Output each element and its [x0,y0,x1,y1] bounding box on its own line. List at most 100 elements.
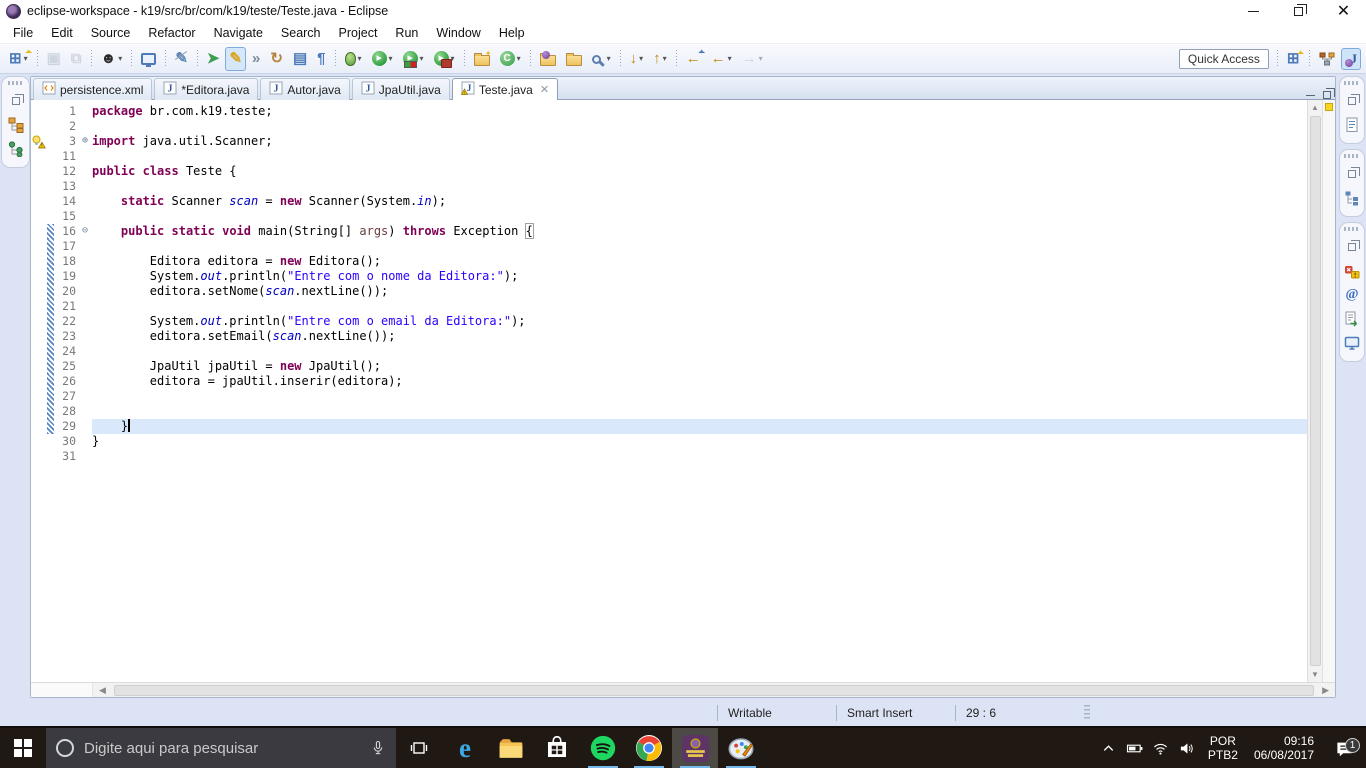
volume-icon[interactable] [1174,741,1200,756]
dropdown-arrow-icon[interactable]: ▾ [389,54,393,63]
declaration-view-button[interactable] [1341,308,1363,330]
line-number[interactable]: 23 [54,329,78,344]
next-annotation-button[interactable]: ↓▾ [626,47,648,71]
new-class-button[interactable]: C▾ [496,47,525,71]
code-text[interactable]: editora.setEmail(scan.nextLine()); [92,329,1307,344]
chrome-taskbar-button[interactable] [626,728,672,768]
menu-run[interactable]: Run [386,24,427,42]
stack-grip[interactable] [1344,154,1360,158]
scroll-right-arrow[interactable]: ▶ [1316,685,1335,696]
fold-toggle-icon[interactable]: ⊖ [78,224,92,239]
outline-view-button[interactable] [1341,187,1363,209]
toggle-edit-button[interactable]: ✎ [171,47,192,71]
line-number[interactable]: 29 [54,419,78,434]
language-indicator[interactable]: POR PTB2 [1200,734,1246,762]
code-text[interactable]: Editora editora = new Editora(); [92,254,1307,269]
annotation-column-warning[interactable]: ! [31,134,47,149]
last-edit-location-button[interactable]: ←✦ [682,47,705,71]
spotify-taskbar-button[interactable] [580,728,626,768]
taskbar-search-box[interactable]: Digite aqui para pesquisar [46,728,396,768]
code-text[interactable]: static Scanner scan = new Scanner(System… [92,194,1307,209]
restore-view-button[interactable] [1341,236,1363,258]
user-profile-button[interactable]: ☻▾ [97,47,127,71]
console-view-button[interactable] [1341,332,1363,354]
open-task-button[interactable] [536,47,560,71]
stack-grip[interactable] [1344,227,1360,231]
menu-file[interactable]: File [4,24,42,42]
wifi-icon[interactable] [1148,741,1174,756]
horizontal-scrollbar[interactable]: ◀ ▶ [31,682,1335,697]
new-java-project-button[interactable] [470,47,494,71]
run-external-tools-button[interactable]: ▾ [430,47,459,71]
line-number[interactable]: 2 [54,119,78,134]
clock[interactable]: 09:16 06/08/2017 [1246,734,1322,762]
menu-project[interactable]: Project [330,24,387,42]
open-resource-button[interactable] [562,47,586,71]
terminal-button[interactable] [137,47,160,71]
line-number[interactable]: 1 [54,104,78,119]
java-perspective-button[interactable]: J [1341,48,1362,70]
quick-access-button[interactable]: Quick Access [1179,49,1269,69]
new-wizard-button[interactable]: ⊞✦▾ [5,47,32,71]
line-number[interactable]: 17 [54,239,78,254]
battery-icon[interactable] [1122,741,1148,756]
line-number[interactable]: 26 [54,374,78,389]
code-text[interactable] [92,389,1307,404]
editor-maximize-button[interactable] [1323,91,1331,99]
skip-breakpoints-button[interactable]: » [248,47,264,71]
tray-chevron-up-icon[interactable] [1096,741,1122,756]
save-button[interactable]: ▣ [43,47,65,71]
line-number[interactable]: 11 [54,149,78,164]
line-number[interactable]: 15 [54,209,78,224]
forward-button[interactable]: →▾ [738,47,767,71]
tab-close-icon[interactable]: ✕ [540,83,549,96]
dropdown-arrow-icon[interactable]: ▾ [728,54,732,63]
dropdown-arrow-icon[interactable]: ▾ [663,54,667,63]
code-text[interactable]: JpaUtil jpaUtil = new JpaUtil(); [92,359,1307,374]
action-center-button[interactable]: 1 [1322,739,1366,758]
line-number[interactable]: 24 [54,344,78,359]
code-text[interactable]: public class Teste { [92,164,1307,179]
edge-taskbar-button[interactable]: e [442,728,488,768]
code-text[interactable]: editora = jpaUtil.inserir(editora); [92,374,1307,389]
line-number[interactable]: 22 [54,314,78,329]
menu-window[interactable]: Window [427,24,489,42]
code-text[interactable]: import java.util.Scanner; [92,134,1307,149]
overview-ruler[interactable] [1322,100,1335,682]
window-close-button[interactable]: ✕ [1321,0,1366,22]
code-text[interactable] [92,449,1307,464]
editor-tab-teste-java[interactable]: J!Teste.java✕ [452,78,558,100]
menu-refactor[interactable]: Refactor [139,24,204,42]
line-number[interactable]: 3 [54,134,78,149]
previous-annotation-button[interactable]: ↑▾ [649,47,671,71]
code-text[interactable]: package br.com.k19.teste; [92,104,1307,119]
show-whitespace-button[interactable]: ¶ [313,47,329,71]
search-button[interactable]: ▾ [588,47,615,71]
dropdown-arrow-icon[interactable]: ▾ [639,54,643,63]
editor-minimize-button[interactable] [1306,95,1315,96]
dropdown-arrow-icon[interactable]: ▾ [517,54,521,63]
open-perspective-button[interactable]: ⊞✦ [1283,48,1304,70]
coverage-button[interactable]: ▾ [399,47,428,71]
file-explorer-taskbar-button[interactable] [488,728,534,768]
line-number[interactable]: 16 [54,224,78,239]
microphone-icon[interactable] [370,740,386,756]
save-all-button[interactable]: ⧉ [67,47,86,71]
code-text[interactable] [92,179,1307,194]
line-number[interactable]: 18 [54,254,78,269]
scroll-down-arrow[interactable]: ▼ [1311,667,1319,682]
mark-occurrences-button[interactable]: ✎ [225,47,246,71]
code-text[interactable] [92,209,1307,224]
horizontal-scroll-thumb[interactable] [114,685,1314,696]
back-button[interactable]: ←▾ [707,47,736,71]
paint-taskbar-button[interactable] [718,728,764,768]
eclipse-taskbar-button[interactable] [672,728,718,768]
restore-view-button[interactable] [1341,163,1363,185]
line-number[interactable]: 25 [54,359,78,374]
debug-attach-button[interactable]: ➤ [203,47,224,71]
scroll-left-arrow[interactable]: ◀ [93,685,112,696]
code-text[interactable] [92,149,1307,164]
restore-view-button[interactable] [1341,90,1363,112]
menu-edit[interactable]: Edit [42,24,82,42]
javaee-perspective-button[interactable] [1315,48,1339,70]
